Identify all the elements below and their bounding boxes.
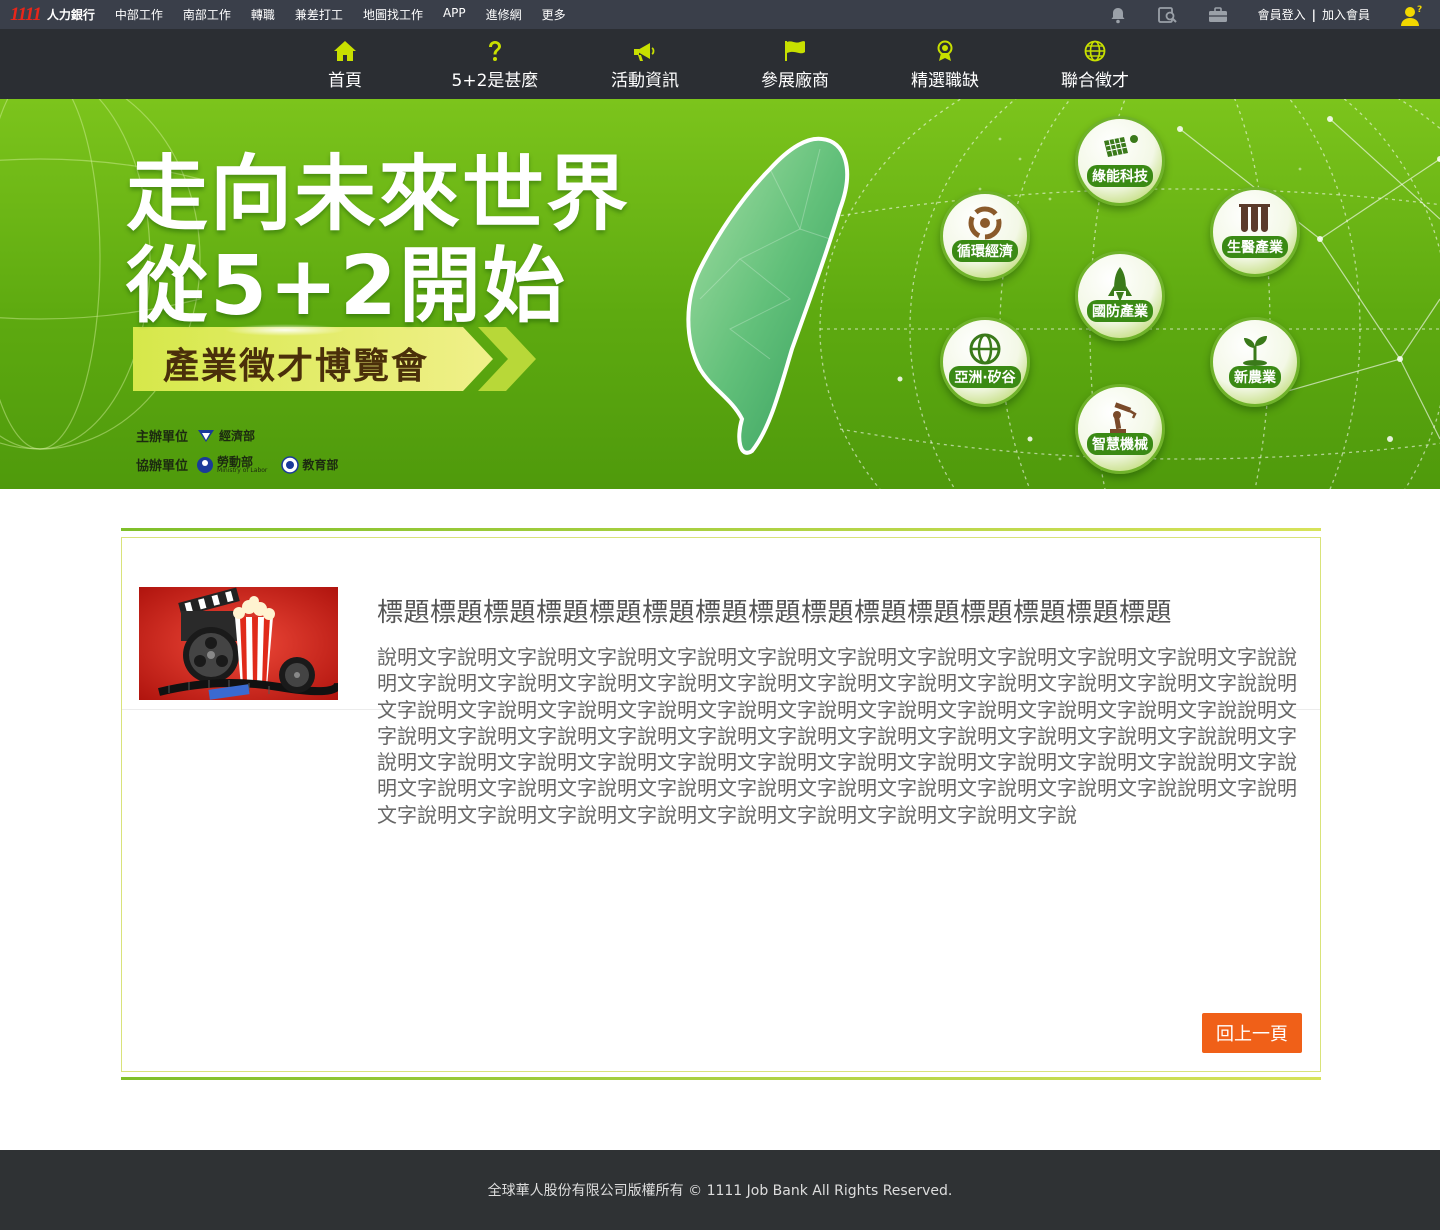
industry-label: 國防產業 [1087,300,1153,322]
member-join-link[interactable]: 加入會員 [1322,6,1370,23]
top-link-map-jobs[interactable]: 地圖找工作 [363,6,423,23]
industry-label: 智慧機械 [1087,433,1153,455]
content-top-divider [121,528,1321,531]
article-thumbnail[interactable] [139,587,338,700]
industry-smart-machinery[interactable]: 智慧機械 [1075,384,1165,474]
organizer-name: 經濟部 [219,429,256,443]
flag-icon [783,40,807,62]
top-right-tools: 會員登入 | 加入會員 ? [1108,0,1440,29]
main-navigation: 首頁 5+2是甚麼 活動資訊 參展廠商 精選職缺 聯合徵才 [0,29,1440,99]
logo-number: 1111 [10,4,42,25]
co-organizer-2-name: 教育部 [302,458,339,472]
industry-label: 新農業 [1229,366,1281,388]
svg-text:?: ? [1417,5,1422,15]
member-separator: | [1311,7,1316,22]
cinema-image [139,587,338,700]
member-links: 會員登入 | 加入會員 [1258,6,1370,23]
mol-emblem-icon [197,456,214,473]
article-title: 標題標題標題標題標題標題標題標題標題標題標題標題標題標題標題 [377,598,1173,628]
industry-label: 生醫產業 [1222,236,1288,258]
industry-asia-silicon-valley[interactable]: 亞洲·矽谷 [940,317,1030,407]
moea-logo: 經濟部 [196,427,255,444]
article-card: 標題標題標題標題標題標題標題標題標題標題標題標題標題標題標題 說明文字說明文字說… [121,537,1321,1072]
nav-item-label: 活動資訊 [611,71,679,91]
top-link-part-time[interactable]: 兼差打工 [295,6,343,23]
co-organizer-1-name: 勞動部 [217,454,254,469]
recycle-icon [943,206,1027,240]
top-link-more[interactable]: 更多 [542,6,566,23]
hero-banner: 走向未來世界 從5+2開始 產業徵才博覽會 主辦單位 經濟部 協辦單位 勞動部 … [0,99,1440,489]
site-logo[interactable]: 1111 人力銀行 [10,0,95,29]
search-history-icon[interactable] [1157,5,1178,25]
member-login-link[interactable]: 會員登入 [1258,6,1306,23]
top-link-learning[interactable]: 進修網 [486,6,522,23]
nav-item-activities[interactable]: 活動資訊 [585,29,705,99]
globe-icon [943,332,1027,366]
megaphone-icon [633,40,657,62]
top-bar: 1111 人力銀行 中部工作 南部工作 轉職 兼差打工 地圖找工作 APP 進修… [0,0,1440,29]
nav-item-what-is-5-2[interactable]: 5+2是甚麼 [435,29,555,99]
nav-item-featured-jobs[interactable]: 精選職缺 [885,29,1005,99]
expo-title: 產業徵才博覽會 [163,346,430,387]
moea-emblem-icon [198,429,215,442]
nav-item-label: 首頁 [328,71,362,91]
co-organizer-1-subtitle: Ministry of Labor [217,466,268,474]
banner-headline-2: 從5+2開始 [126,239,567,334]
footer: 全球華人股份有限公司版權所有 © 1111 Job Bank All Right… [0,1150,1440,1230]
moe-logo: 教育部 [281,455,339,474]
nav-item-joint-recruitment[interactable]: 聯合徵才 [1035,29,1155,99]
globe-icon [1084,40,1106,62]
industry-label: 綠能科技 [1087,165,1153,187]
industry-green-energy[interactable]: 綠能科技 [1075,116,1165,206]
industry-label: 循環經濟 [952,240,1018,262]
user-help-icon[interactable]: ? [1400,4,1422,26]
bell-icon[interactable] [1108,5,1128,25]
briefcase-icon[interactable] [1208,5,1228,25]
industry-new-agriculture[interactable]: 新農業 [1210,317,1300,407]
nav-item-label: 聯合徵才 [1061,71,1129,91]
top-link-career-change[interactable]: 轉職 [251,6,275,23]
industry-label: 亞洲·矽谷 [949,366,1021,388]
nav-item-label: 參展廠商 [761,71,829,91]
nav-item-label: 5+2是甚麼 [451,71,539,91]
industry-circular-economy[interactable]: 循環經濟 [940,191,1030,281]
top-link-southern-jobs[interactable]: 南部工作 [183,6,231,23]
industry-biomedical[interactable]: 生醫產業 [1210,187,1300,277]
back-button[interactable]: 回上一頁 [1202,1013,1302,1053]
footer-copyright: 全球華人股份有限公司版權所有 © 1111 Job Bank All Right… [487,1183,953,1199]
question-icon [487,40,503,62]
nav-item-label: 精選職缺 [911,71,979,91]
rocket-icon [1078,266,1162,304]
top-link-app[interactable]: APP [443,6,466,23]
organizer-label: 主辦單位 [136,430,189,445]
nav-item-exhibitors[interactable]: 參展廠商 [735,29,855,99]
top-links: 中部工作 南部工作 轉職 兼差打工 地圖找工作 APP 進修網 更多 [115,6,586,23]
mol-logo: 勞動部 Ministry of Labor [196,456,267,474]
co-organizer-row: 協辦單位 勞動部 Ministry of Labor 教育部 [136,455,339,475]
expo-ribbon: 產業徵才博覽會 [133,327,543,391]
medal-icon [935,40,955,62]
robot-arm-icon [1078,399,1162,435]
organizer-row: 主辦單位 經濟部 [136,426,255,445]
test-tubes-icon [1213,202,1297,236]
sprout-icon [1213,332,1297,366]
home-icon [333,40,357,62]
article-description: 說明文字說明文字說明文字說明文字說明文字說明文字說明文字說明文字說明文字說明文字… [377,645,1297,827]
top-link-central-jobs[interactable]: 中部工作 [115,6,163,23]
co-organizer-label: 協辦單位 [136,459,189,474]
industry-defense[interactable]: 國防產業 [1075,251,1165,341]
nav-item-home[interactable]: 首頁 [285,29,405,99]
logo-text: 人力銀行 [46,8,95,22]
solar-panel-icon [1078,131,1162,165]
content-bottom-divider [121,1077,1321,1080]
moe-emblem-icon [281,455,300,474]
